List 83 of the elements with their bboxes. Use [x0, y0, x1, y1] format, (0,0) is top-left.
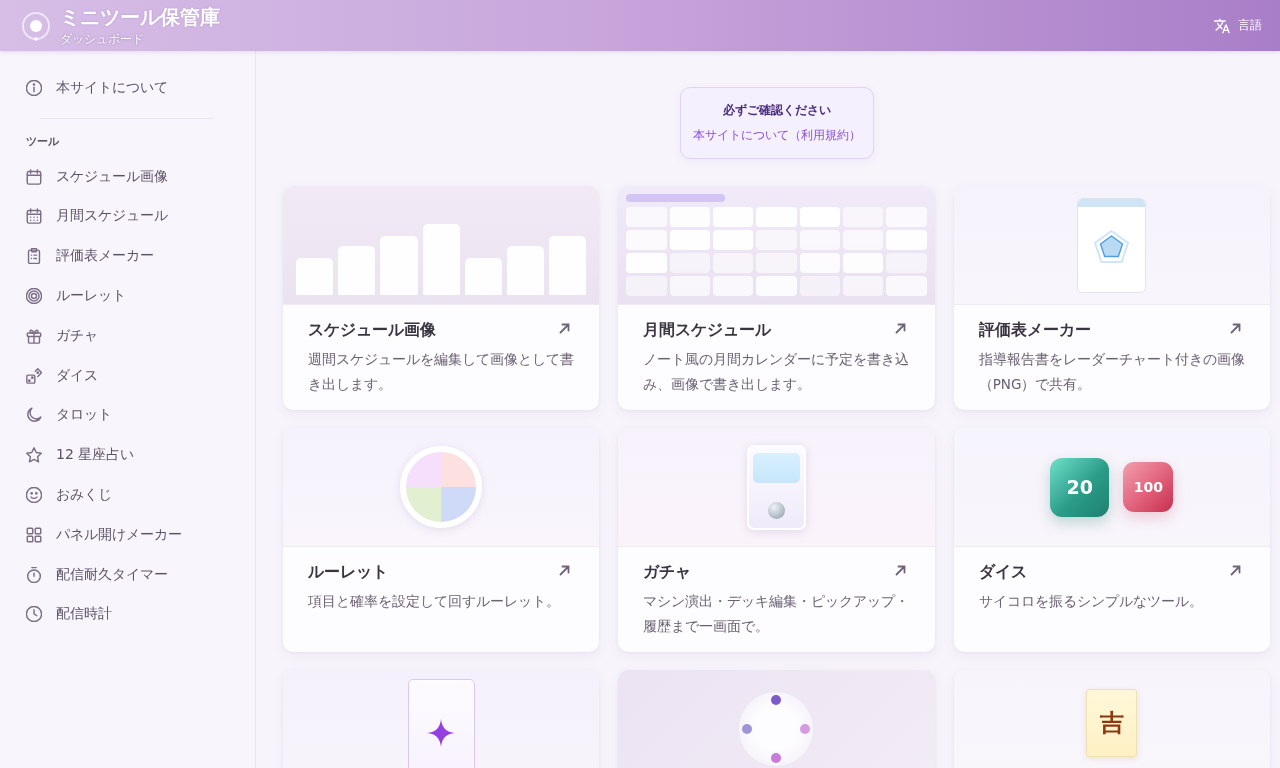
app-title: ミニツール保管庫 — [60, 5, 220, 29]
clipboard-icon — [26, 248, 42, 265]
schedule-bar — [380, 236, 418, 295]
orbit-dot — [742, 724, 753, 734]
card-title: ガチャ — [643, 561, 692, 583]
arrow-icon — [894, 565, 906, 576]
card-title: スケジュール画像 — [308, 319, 436, 341]
sidebar-item[interactable]: ダイス — [0, 355, 245, 396]
calendar-cell — [713, 230, 754, 250]
orbit-dot — [800, 724, 811, 734]
card-description: マシン演出・デッキ編集・ピックアップ・履歴まで一画面で。 — [643, 592, 910, 636]
card-description: 週間スケジュールを編集して画像として書き出します。 — [308, 350, 575, 394]
card-title: 評価表メーカー — [978, 319, 1091, 341]
schedule-bar — [422, 224, 460, 295]
card-title: 月間スケジュール — [643, 319, 772, 341]
sidebar-item[interactable]: ガチャ — [0, 316, 245, 356]
arrow-icon — [1230, 565, 1241, 576]
translate-icon — [1214, 17, 1230, 34]
moon-icon — [26, 407, 42, 424]
tool-card[interactable]: 20 100 ダイス サイコロを振るシンプルなツール。 — [953, 428, 1270, 652]
stopwatch-icon — [26, 566, 42, 583]
tool-card[interactable]: 吉 — [953, 670, 1270, 768]
tool-card[interactable]: 評価表メーカー 指導報告書をレーダーチャート付きの画像（PNG）で共有。 — [953, 186, 1270, 410]
card-description: 指導報告書をレーダーチャート付きの画像（PNG）で共有。 — [978, 350, 1245, 394]
logo-icon — [21, 10, 51, 41]
fortune-slip: 吉 — [1086, 689, 1138, 757]
card-description: ノート風の月間カレンダーに予定を書き込み、画像で書き出します。 — [643, 350, 910, 394]
die: 20 — [1050, 457, 1110, 517]
grid-icon — [26, 526, 42, 543]
calendar-cell — [756, 207, 797, 227]
calendar-cell — [713, 207, 754, 227]
calendar-icon — [26, 168, 42, 185]
calendar-cell — [799, 207, 840, 227]
sidebar-item[interactable]: 配信時計 — [0, 594, 245, 635]
notice-title: 必ずご確認ください — [722, 103, 831, 117]
gift-icon — [26, 327, 42, 344]
calendar-cell — [669, 230, 710, 250]
arrow-icon — [1230, 323, 1241, 334]
schedule-bar — [296, 258, 334, 295]
sidebar-item[interactable]: スケジュール画像 — [0, 156, 245, 197]
sidebar-item[interactable]: 月間スケジュール — [0, 196, 245, 237]
calendar-grid-icon — [26, 208, 42, 225]
sparkle-icon — [427, 719, 456, 747]
sidebar-item[interactable]: おみくじ — [0, 475, 245, 515]
target-icon — [26, 288, 42, 305]
schedule-bar — [506, 246, 545, 295]
sidebar-item[interactable]: 本サイトについて — [0, 68, 245, 108]
die: 100 — [1123, 462, 1174, 512]
schedule-bar — [549, 236, 587, 295]
terms-link[interactable]: 本サイトについて（利用規約） — [692, 128, 861, 142]
arrow-icon — [559, 565, 571, 576]
card-title: ルーレット — [308, 561, 388, 583]
tool-card[interactable]: ルーレット 項目と確率を設定して回すルーレット。 — [283, 428, 600, 652]
calendar-cell — [886, 230, 927, 250]
sidebar-item[interactable]: 配信耐久タイマー — [0, 554, 245, 595]
sidebar-item[interactable]: 12 星座占い — [0, 435, 245, 476]
dice-icon — [26, 367, 42, 384]
arrow-icon — [894, 323, 906, 334]
info-icon — [26, 79, 42, 96]
sidebar-item[interactable]: ルーレット — [0, 276, 245, 316]
sidebar-item[interactable]: タロット — [0, 395, 245, 436]
schedule-bar — [464, 258, 502, 295]
schedule-bar — [338, 246, 376, 295]
tool-card[interactable]: スケジュール画像 週間スケジュールを編集して画像として書き出します。 — [283, 186, 600, 410]
star-icon — [26, 447, 42, 464]
tool-card[interactable]: ガチャ マシン演出・デッキ編集・ピックアップ・履歴まで一画面で。 — [618, 428, 935, 652]
orbit-dot — [771, 695, 782, 705]
sidebar-section-label: ツール — [25, 134, 60, 149]
card-description: サイコロを振るシンプルなツール。 — [978, 592, 1204, 611]
calendar-cell — [756, 276, 797, 296]
calendar-cell — [843, 253, 884, 273]
clock-icon — [26, 606, 42, 623]
smiley-icon — [26, 487, 42, 504]
orbit-dot — [771, 753, 782, 763]
calendar-cell — [626, 253, 667, 273]
card-title: ダイス — [978, 561, 1027, 583]
calendar-cell — [799, 253, 840, 273]
card-description: 項目と確率を設定して回すルーレット。 — [308, 592, 561, 611]
sidebar-item[interactable]: 評価表メーカー — [0, 236, 245, 277]
tool-card[interactable]: 月間スケジュール ノート風の月間カレンダーに予定を書き込み、画像で書き出します。 — [618, 186, 935, 410]
sidebar-item[interactable]: パネル開けメーカー — [0, 514, 245, 555]
arrow-icon — [559, 323, 571, 334]
page-subtitle: ダッシュボード — [60, 32, 145, 46]
